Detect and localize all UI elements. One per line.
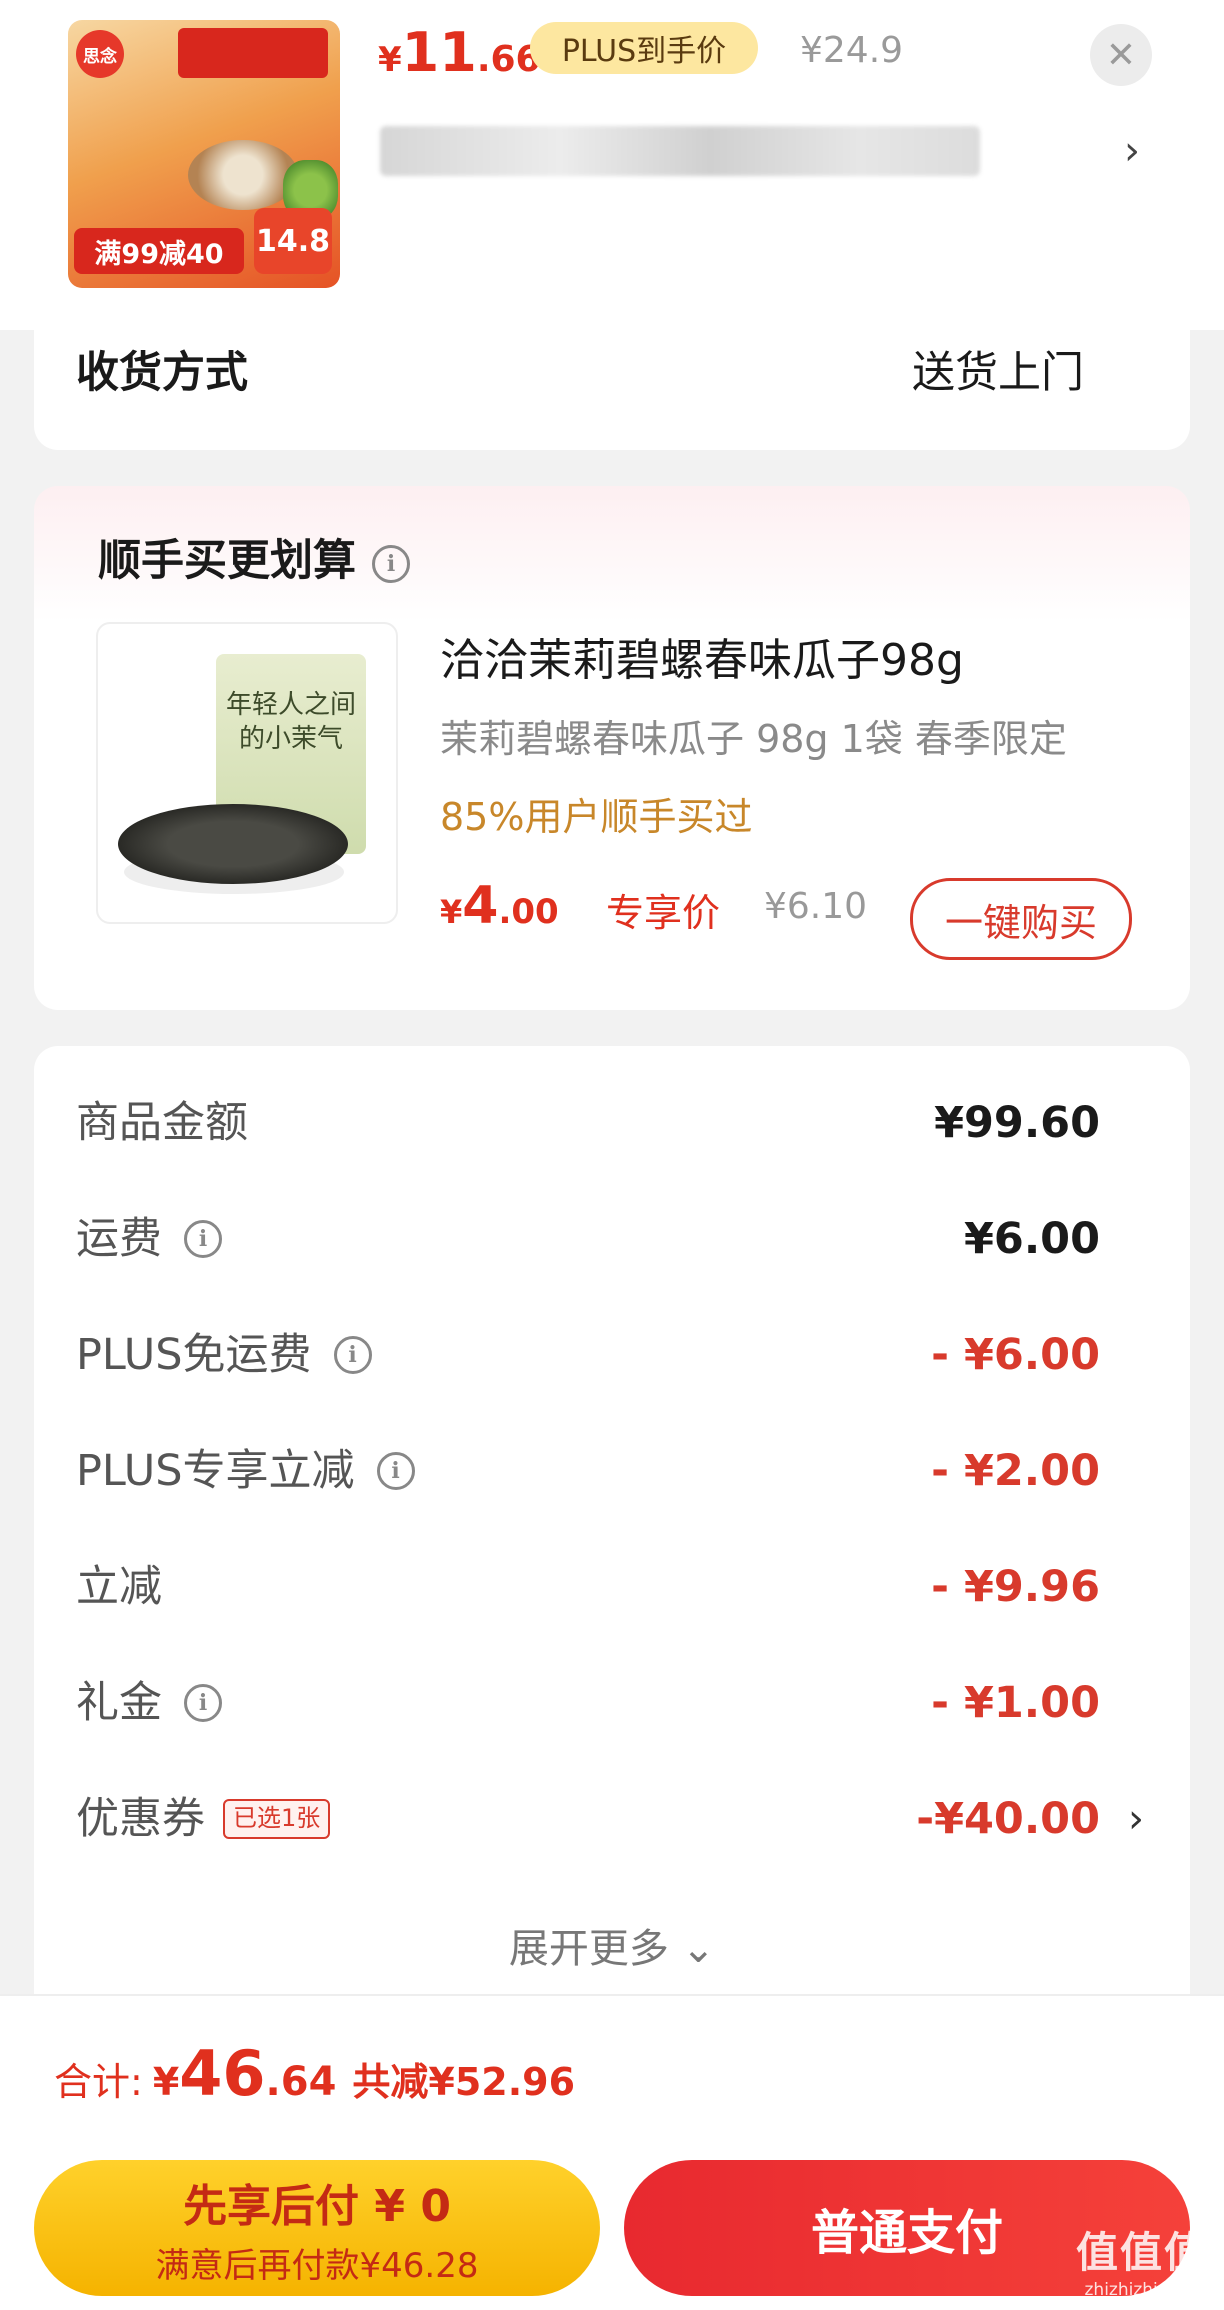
upsell-heading: 顺手买更划算 i [98, 526, 410, 588]
sunflower-seeds-image [118, 804, 348, 884]
delivery-method-card: 收货方式 送货上门 [34, 300, 1190, 450]
info-icon[interactable]: i [184, 1220, 222, 1258]
thumbnail-price: 14.8 [254, 208, 332, 274]
upsell-product-image[interactable]: 年轻人之间的小茉气 [96, 622, 398, 924]
fee-amount: ¥99.60 [934, 1098, 1100, 1148]
total-bar: 合计: ¥46.64 共减¥52.96 [0, 1994, 1224, 2144]
pay-later-title: 先享后付 ¥ 0 [183, 2180, 451, 2232]
delivery-label: 收货方式 [76, 348, 248, 398]
upsell-product-spec: 茉莉碧螺春味瓜子 98g 1袋 春季限定 [440, 717, 1067, 761]
fee-amount: - ¥9.96 [931, 1562, 1100, 1612]
fee-amount: -¥40.00 [916, 1794, 1100, 1844]
thumbnail-promo: 满99减40 [74, 228, 244, 274]
info-icon[interactable]: i [372, 544, 410, 583]
chevron-down-icon: ⌄ [681, 1926, 716, 1972]
price-breakdown-card: 商品金额 ¥99.60 运费 i ¥6.00 PLUS免运费 i - ¥6.00 P… [34, 1046, 1190, 2006]
fee-row-plus-discount: PLUS专享立减 i - ¥2.00 [34, 1436, 1190, 1506]
chevron-right-icon[interactable]: › [1128, 1784, 1144, 1854]
delivery-value[interactable]: 送货上门 [912, 338, 1084, 400]
close-button[interactable]: ✕ [1090, 24, 1152, 86]
original-price: ¥24.9 [800, 30, 904, 71]
plus-price-badge: PLUS到手价 [530, 22, 758, 74]
fee-row-gift-money: 礼金 i - ¥1.00 [34, 1668, 1190, 1738]
upsell-price: ¥4.00 [440, 876, 559, 936]
fee-row-shipping: 运费 i ¥6.00 [34, 1204, 1190, 1274]
plus-price: ¥11.66 [378, 21, 541, 84]
fee-amount: - ¥1.00 [931, 1678, 1100, 1728]
fee-label: PLUS专享立减 i [76, 1436, 415, 1506]
order-total: 合计: ¥46.64 共减¥52.96 [54, 2037, 576, 2110]
total-savings: 共减¥52.96 [352, 2060, 576, 2104]
brand-logo: 思念 [76, 30, 124, 78]
fee-amount: ¥6.00 [963, 1214, 1100, 1264]
social-proof: 85%用户顺手买过 [440, 795, 753, 839]
upsell-card: 顺手买更划算 i 年轻人之间的小茉气 洽洽茉莉碧螺春味瓜子98g 茉莉碧螺春味瓜子… [34, 486, 1190, 1010]
upsell-original-price: ¥6.10 [764, 886, 868, 927]
fee-row-coupon[interactable]: 优惠券 已选1张 -¥40.00 › [34, 1784, 1190, 1854]
pay-later-button[interactable]: 先享后付 ¥ 0 满意后再付款¥46.28 [34, 2160, 600, 2296]
payment-actions: 先享后付 ¥ 0 满意后再付款¥46.28 普通支付 值值值 zhizhizhi… [0, 2142, 1224, 2310]
blurred-product-title [380, 126, 980, 176]
fee-label: 礼金 i [76, 1668, 222, 1738]
fee-amount: - ¥2.00 [931, 1446, 1100, 1496]
info-icon[interactable]: i [184, 1684, 222, 1722]
upsell-product-title[interactable]: 洽洽茉莉碧螺春味瓜子98g [440, 624, 964, 688]
product-header: 思念 满99减40 14.8 ¥11.66 PLUS到手价 ¥24.9 ✕ › [0, 0, 1224, 330]
fee-label: 商品金额 [76, 1098, 248, 1148]
fee-row-goods: 商品金额 ¥99.60 [34, 1088, 1190, 1158]
exclusive-price-tag: 专享价 [606, 891, 721, 935]
fee-amount: - ¥6.00 [931, 1330, 1100, 1380]
site-watermark: 值值值 zhizhizhi.com [1075, 2228, 1208, 2300]
chevron-right-icon[interactable]: › [1124, 128, 1140, 174]
fee-label: 立减 [76, 1562, 162, 1612]
pay-later-subtitle: 满意后再付款¥46.28 [155, 2245, 479, 2286]
one-click-buy-button[interactable]: 一键购买 [910, 878, 1132, 960]
fee-row-instant-discount: 立减 - ¥9.96 [34, 1552, 1190, 1622]
bag-text: 年轻人之间的小茉气 [226, 690, 357, 754]
fee-label: 运费 i [76, 1204, 222, 1274]
fee-label: PLUS免运费 i [76, 1320, 372, 1390]
info-icon[interactable]: i [376, 1452, 415, 1490]
close-icon: ✕ [1105, 34, 1137, 76]
fee-label: 优惠券 已选1张 [76, 1784, 331, 1854]
soup-bowl-image [188, 140, 298, 210]
fee-row-plus-free-shipping: PLUS免运费 i - ¥6.00 [34, 1320, 1190, 1390]
coupon-selected-badge: 已选1张 [223, 1799, 331, 1839]
expand-more-button[interactable]: 展开更多 ⌄ [34, 1916, 1190, 1974]
product-thumbnail[interactable]: 思念 满99减40 14.8 [68, 20, 340, 288]
promo-banner [178, 28, 328, 78]
info-icon[interactable]: i [333, 1336, 372, 1374]
